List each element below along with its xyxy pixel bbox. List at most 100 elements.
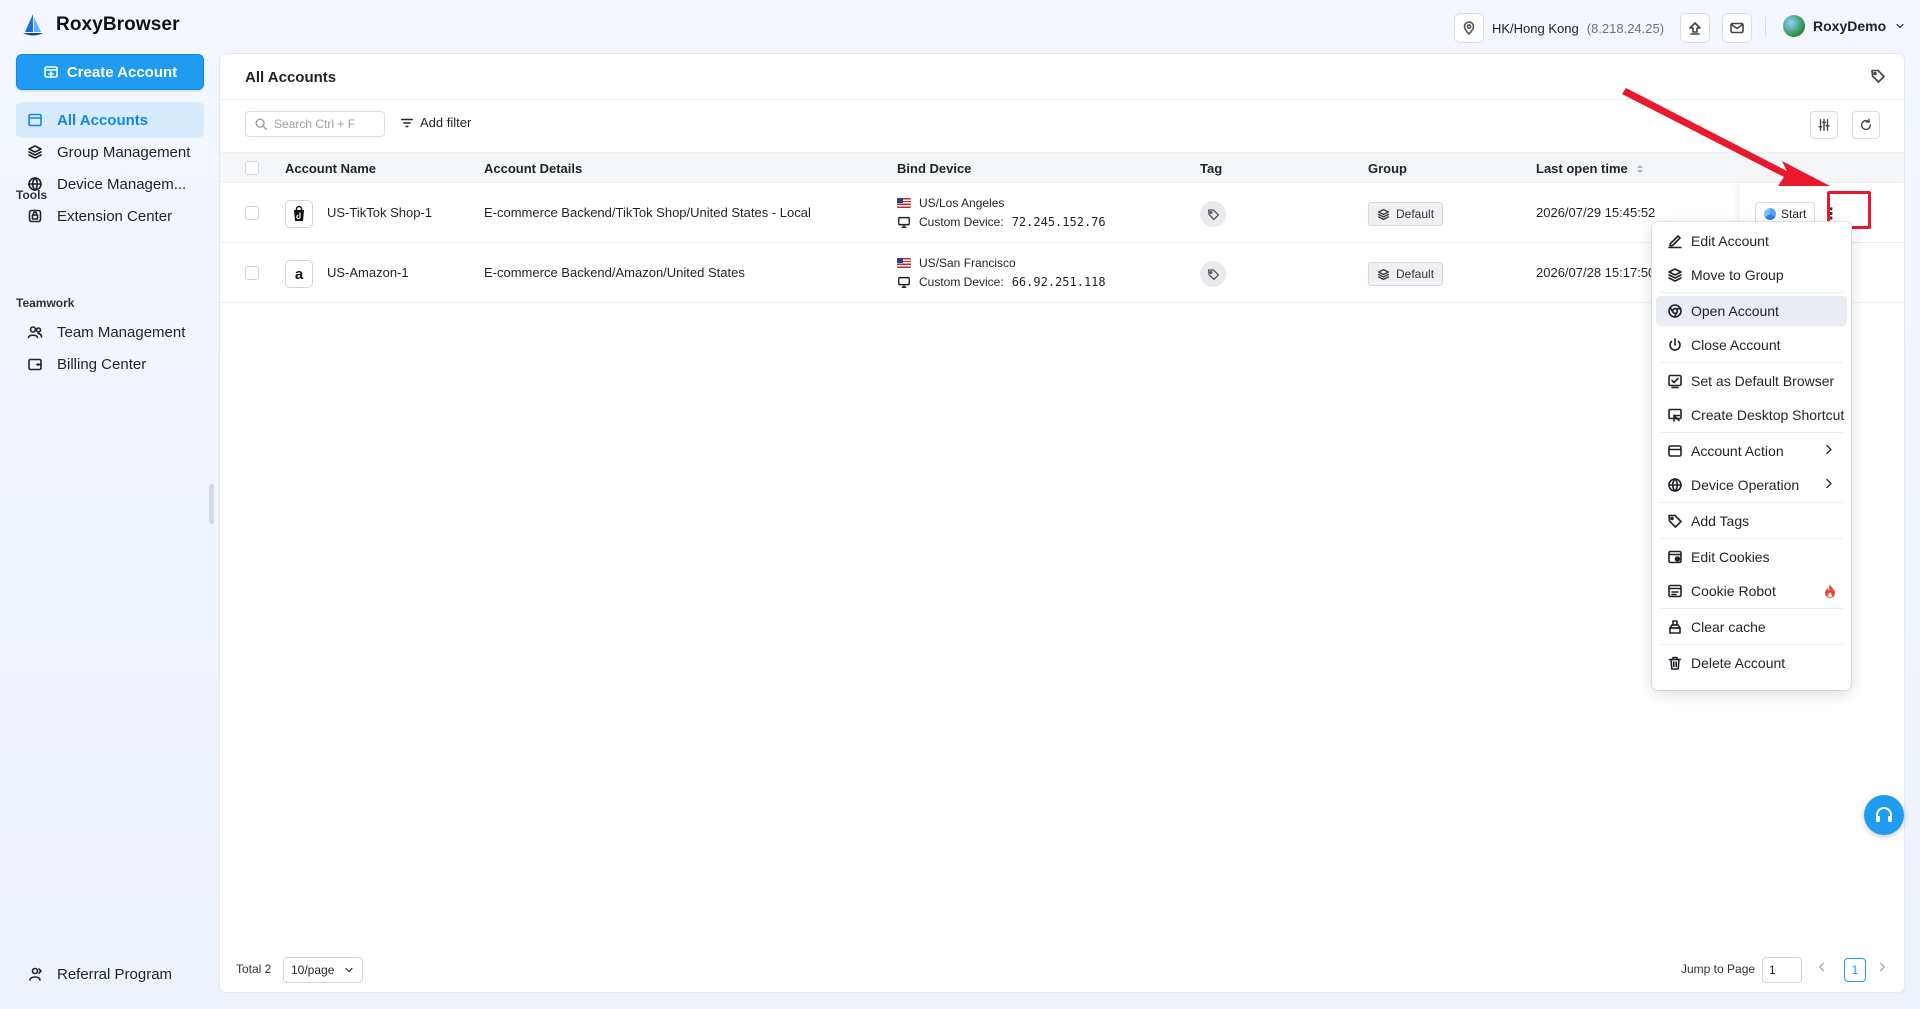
row-checkbox[interactable] — [245, 266, 259, 280]
tag-icon — [1871, 69, 1885, 83]
layers-icon — [1377, 268, 1390, 280]
create-account-button[interactable]: Create Account — [16, 54, 204, 90]
row-checkbox[interactable] — [245, 206, 259, 220]
sliders-icon — [1818, 119, 1830, 131]
device-region: US/San Francisco — [897, 256, 1016, 270]
group-name: Default — [1396, 267, 1435, 281]
upload-icon — [1689, 22, 1701, 35]
browser-icon — [28, 113, 42, 127]
sidebar-item-billing-center[interactable]: Billing Center — [16, 346, 204, 382]
layers-icon — [28, 145, 42, 159]
device-ip: 72.245.152.76 — [1011, 215, 1106, 229]
sidebar-item-label: Billing Center — [57, 355, 147, 373]
menu-item-cookie-robot[interactable]: Cookie Robot — [1656, 576, 1847, 606]
search-input[interactable]: Search Ctrl + F — [245, 111, 385, 137]
menu-item-label: Clear cache — [1691, 619, 1766, 635]
sidebar-item-group-management[interactable]: Group Management — [16, 134, 204, 170]
add-filter-label: Add filter — [420, 115, 472, 130]
chevron-right-icon — [1879, 962, 1885, 972]
sort-icon[interactable] — [1636, 164, 1644, 174]
menu-item-device-operation[interactable]: Device Operation — [1656, 470, 1847, 500]
jump-to-page-input[interactable]: 1 — [1762, 957, 1802, 983]
upload-button[interactable] — [1680, 13, 1710, 43]
group-badge[interactable]: Default — [1368, 262, 1444, 286]
us-flag-icon — [897, 198, 911, 208]
total-count: Total 2 — [236, 962, 272, 976]
refresh-button[interactable] — [1852, 111, 1880, 139]
add-filter-button[interactable]: Add filter — [400, 115, 471, 130]
monitor-icon — [898, 276, 910, 288]
menu-item-account-action[interactable]: Account Action — [1656, 436, 1847, 466]
referral-icon — [29, 967, 42, 981]
prev-page-button[interactable] — [1816, 961, 1828, 973]
menu-item-label: Open Account — [1691, 303, 1779, 319]
col-group[interactable]: Group — [1368, 161, 1407, 176]
col-bind-device[interactable]: Bind Device — [897, 161, 971, 176]
page-title: All Accounts — [245, 69, 337, 86]
menu-item-clear-cache[interactable]: Clear cache — [1656, 612, 1847, 642]
account-actions-menu: Edit Account Move to Group Open Account … — [1652, 222, 1851, 690]
menu-item-label: Add Tags — [1691, 513, 1750, 529]
tag-manager-button[interactable] — [1870, 68, 1886, 84]
page-size-value: 10/page — [291, 963, 335, 977]
col-account-details[interactable]: Account Details — [484, 161, 582, 176]
tiktok-shop-icon — [285, 200, 313, 228]
menu-item-edit-cookies[interactable]: Edit Cookies — [1656, 542, 1847, 572]
menu-item-label: Delete Account — [1691, 655, 1786, 671]
layers-icon — [1668, 268, 1682, 282]
layers-icon — [1377, 208, 1390, 220]
fire-icon — [1825, 584, 1835, 598]
add-tag-button[interactable] — [1200, 261, 1226, 287]
menu-item-close-account[interactable]: Close Account — [1656, 330, 1847, 360]
menu-item-add-tags[interactable]: Add Tags — [1656, 506, 1847, 536]
tag-icon — [1207, 208, 1219, 220]
create-window-icon — [44, 66, 58, 78]
location-indicator[interactable]: HK/Hong Kong (8.218.24.25) — [1454, 13, 1664, 43]
select-all-checkbox[interactable] — [245, 161, 259, 175]
clean-icon — [1669, 620, 1681, 634]
col-tag[interactable]: Tag — [1200, 161, 1222, 176]
sidebar-item-label: Team Management — [57, 323, 186, 341]
sidebar-item-team-management[interactable]: Team Management — [16, 314, 204, 350]
chrome-icon — [1668, 304, 1682, 318]
chevron-left-icon — [1819, 962, 1825, 972]
device-ip: 66.92.251.118 — [1011, 275, 1106, 289]
account-name[interactable]: US-Amazon-1 — [327, 265, 409, 280]
column-settings-button[interactable] — [1810, 111, 1838, 139]
menu-item-open-account[interactable]: Open Account — [1656, 296, 1847, 326]
sidebar: Create Account All Accounts Group Manage… — [0, 54, 220, 1009]
menu-item-set-default-browser[interactable]: Set as Default Browser — [1656, 366, 1847, 396]
account-name[interactable]: US-TikTok Shop-1 — [327, 205, 432, 220]
group-badge[interactable]: Default — [1368, 202, 1444, 226]
tag-icon — [1207, 268, 1219, 280]
support-chat-button[interactable] — [1864, 795, 1904, 835]
account-details: E-commerce Backend/Amazon/United States — [484, 265, 745, 280]
sidebar-item-extension-center[interactable]: Extension Center — [16, 198, 204, 234]
messages-button[interactable] — [1722, 13, 1752, 43]
add-tag-button[interactable] — [1200, 201, 1226, 227]
menu-item-label: Edit Cookies — [1691, 549, 1770, 565]
menu-item-label: Edit Account — [1691, 233, 1769, 249]
sidebar-item-referral-program[interactable]: Referral Program — [16, 956, 204, 992]
device-label: Custom Device: — [919, 215, 1004, 229]
menu-divider — [1660, 608, 1843, 609]
next-page-button[interactable] — [1876, 961, 1888, 973]
menu-item-edit-account[interactable]: Edit Account — [1656, 226, 1847, 256]
refresh-icon — [1860, 118, 1872, 131]
amazon-icon: a — [285, 260, 313, 288]
user-menu[interactable]: RoxyDemo — [1783, 15, 1906, 37]
menu-item-create-desktop-shortcut[interactable]: Create Desktop Shortcut — [1656, 400, 1847, 430]
menu-item-move-to-group[interactable]: Move to Group — [1656, 260, 1847, 290]
sidebar-item-all-accounts[interactable]: All Accounts — [16, 102, 204, 138]
device-label: Custom Device: — [919, 275, 1004, 289]
col-account-name[interactable]: Account Name — [285, 161, 376, 176]
account-details: E-commerce Backend/TikTok Shop/United St… — [484, 205, 811, 220]
col-last-open-time[interactable]: Last open time — [1536, 161, 1644, 176]
location-pin-icon[interactable] — [1454, 13, 1484, 43]
sidebar-resize-handle[interactable] — [209, 484, 214, 524]
page-number-current[interactable]: 1 — [1844, 958, 1866, 982]
sidebar-item-label: Device Managem... — [57, 175, 187, 193]
user-name: RoxyDemo — [1813, 18, 1887, 34]
menu-item-delete-account[interactable]: Delete Account — [1656, 648, 1847, 678]
page-size-select[interactable]: 10/page — [283, 957, 363, 983]
